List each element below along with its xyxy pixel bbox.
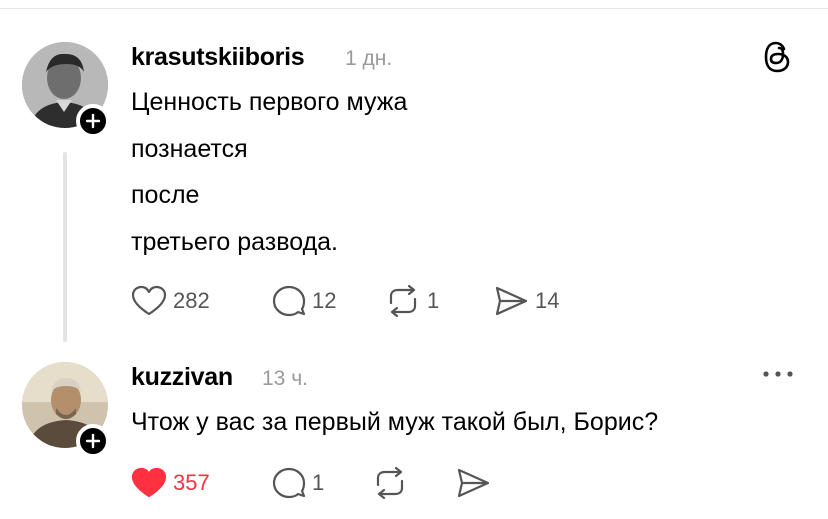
username[interactable]: krasutskiiboris [131, 43, 305, 72]
follow-plus-badge[interactable] [76, 104, 110, 138]
like-count: 357 [173, 470, 210, 495]
like-button[interactable]: 282 [131, 284, 210, 318]
heart-icon [131, 285, 167, 316]
follow-plus-badge[interactable] [76, 424, 110, 458]
post-text-line: познается [131, 135, 248, 163]
share-button[interactable]: 14 [493, 284, 559, 318]
username[interactable]: kuzzivan [131, 363, 233, 392]
comment-bubble-icon [272, 285, 306, 317]
thread-connector-line [63, 152, 67, 342]
send-icon [495, 286, 528, 316]
reply-count: 12 [312, 288, 337, 313]
repost-icon [389, 285, 417, 317]
like-count: 282 [173, 288, 210, 313]
plus-icon [85, 113, 101, 129]
repost-button[interactable] [372, 466, 408, 500]
post-text-line: после [131, 181, 200, 209]
heart-filled-icon [131, 467, 167, 498]
share-button[interactable] [455, 466, 491, 500]
post-timestamp: 13 ч. [262, 367, 308, 390]
reply-button[interactable]: 1 [272, 466, 324, 500]
send-icon [457, 468, 490, 498]
thread-post-krasutskiiboris: krasutskiiboris 1 дн. Ценность первого м… [0, 0, 828, 342]
like-button[interactable]: 357 [131, 466, 210, 500]
thread-post-kuzzivan: kuzzivan 13 ч. Чтож у вас за первый муж … [0, 340, 828, 519]
reply-count: 1 [312, 470, 325, 495]
share-count: 14 [535, 288, 560, 313]
comment-bubble-icon [272, 467, 306, 499]
post-text-line: третьего развода. [131, 228, 339, 256]
post-timestamp: 1 дн. [345, 47, 393, 70]
post-text-line: Ценность первого мужа [131, 88, 408, 116]
repost-count: 1 [427, 288, 440, 313]
repost-button[interactable]: 1 [385, 284, 439, 318]
post-text-line: Чтож у вас за первый муж такой был, Бори… [131, 408, 659, 436]
more-dots-icon[interactable] [761, 368, 795, 380]
repost-icon [376, 467, 404, 499]
plus-icon [85, 433, 101, 449]
reply-button[interactable]: 12 [272, 284, 336, 318]
threads-logo-icon[interactable] [762, 40, 792, 74]
